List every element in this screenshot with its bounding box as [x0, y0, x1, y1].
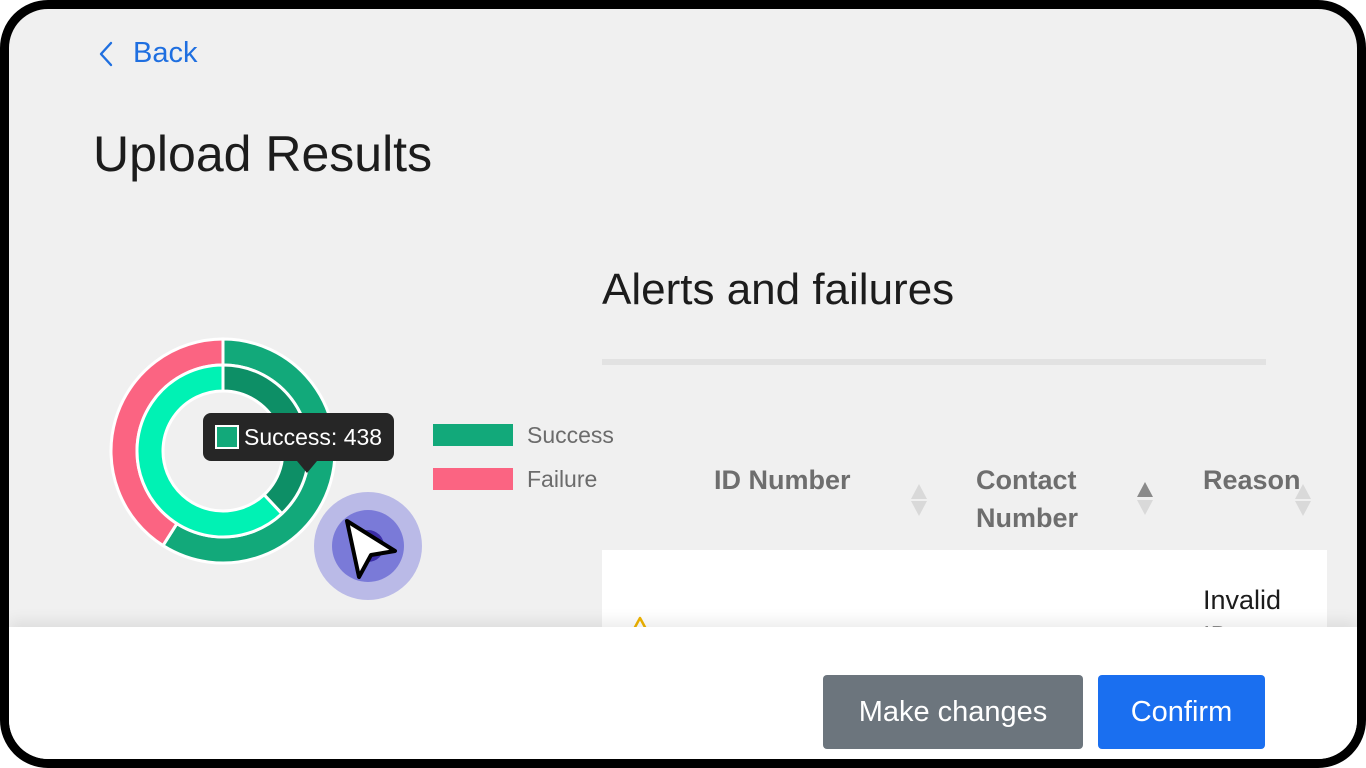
- sort-ascending-icon[interactable]: [1136, 481, 1154, 517]
- legend-item-success[interactable]: Success: [433, 413, 614, 457]
- sort-icon[interactable]: [910, 483, 928, 517]
- column-label-reason: Reason: [1203, 465, 1301, 495]
- chevron-left-icon: [99, 41, 113, 66]
- tooltip-text: Success: 438: [244, 423, 383, 450]
- column-label-contact-number: Contact Number: [976, 465, 1079, 533]
- confirm-button[interactable]: Confirm: [1098, 675, 1265, 749]
- column-header-contact-number[interactable]: Contact Number: [976, 461, 1116, 537]
- page-content: Back Upload Results Success Failure Succ…: [9, 9, 1357, 759]
- alerts-title: Alerts and failures: [602, 265, 955, 314]
- table-header: ID Number Contact Number Reason: [602, 449, 1332, 549]
- column-header-reason[interactable]: Reason: [1203, 461, 1301, 499]
- back-link[interactable]: Back: [97, 37, 197, 70]
- mouse-pointer-icon: [345, 519, 397, 579]
- legend-swatch-failure: [433, 468, 513, 490]
- legend-item-failure[interactable]: Failure: [433, 457, 614, 501]
- column-header-id-number[interactable]: ID Number: [714, 461, 851, 499]
- legend-swatch-success: [433, 424, 513, 446]
- tooltip-swatch: [215, 425, 239, 449]
- footer-action-bar: Make changes Confirm: [9, 627, 1357, 759]
- legend-label-success: Success: [527, 421, 614, 448]
- chart-tooltip: Success: 438: [203, 413, 395, 461]
- column-label-id-number: ID Number: [714, 465, 851, 495]
- legend-label-failure: Failure: [527, 465, 598, 492]
- tooltip-tail: [297, 461, 317, 473]
- make-changes-button[interactable]: Make changes: [823, 675, 1083, 749]
- chart-legend: Success Failure: [433, 413, 614, 501]
- sort-icon[interactable]: [1294, 483, 1312, 517]
- app-frame: Back Upload Results Success Failure Succ…: [0, 0, 1366, 768]
- back-label: Back: [133, 37, 198, 69]
- section-divider: [602, 359, 1266, 365]
- page-title: Upload Results: [93, 126, 433, 182]
